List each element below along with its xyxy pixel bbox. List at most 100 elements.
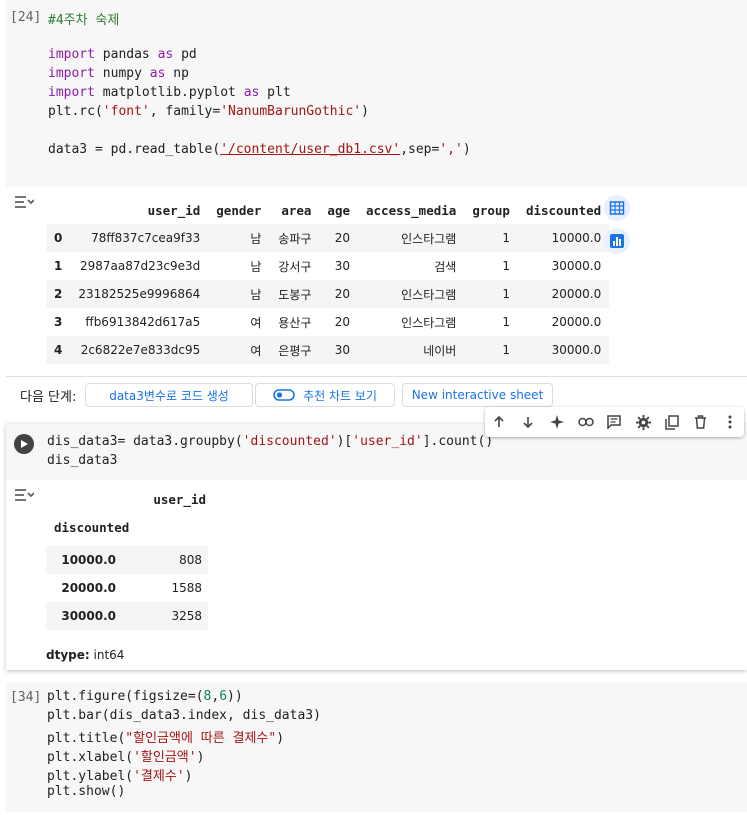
series-index: 20000.0 (61, 581, 116, 595)
execution-count: [34] (10, 690, 42, 705)
table-cell: 20 (334, 287, 350, 301)
code-editor[interactable]: dis_data3= data3.groupby('discounted')['… (47, 434, 737, 474)
table-cell: 강서구 (278, 259, 312, 274)
code-token: matplotlib.pyplot (94, 85, 244, 100)
series-index: 30000.0 (61, 609, 116, 623)
recommended-charts-label: 추천 차트 보기 (303, 388, 377, 403)
mirror-cell-icon[interactable] (662, 412, 682, 432)
bar-chart-icon (610, 234, 624, 248)
chart-suggestion-button[interactable] (604, 228, 630, 254)
table-cell: 송파구 (278, 231, 312, 246)
toggle-icon (273, 389, 295, 401)
comment-icon[interactable] (604, 412, 624, 432)
series-value: 3258 (171, 609, 202, 623)
generate-code-button[interactable]: data3변수로 코드 생성 (85, 383, 253, 407)
table-row: 0 78ff837c7cea9f33 남 송파구 20 인스타그램 1 10000.0 (46, 224, 610, 252)
code-editor[interactable]: #4주차 숙제 import pandas as pd import numpy a… (48, 9, 738, 179)
code-token: plt.title( (47, 731, 126, 746)
output-actions-icon[interactable] (14, 193, 35, 215)
code-token: pd (173, 47, 197, 62)
code-line: plt.bar(dis_data3.index, dis_data3) (47, 708, 321, 723)
delete-icon[interactable] (691, 412, 711, 432)
code-token: plt.show() (47, 784, 126, 799)
table-cell: 은평구 (278, 343, 312, 358)
row-index: 0 (54, 231, 63, 245)
code-token: numpy (94, 66, 150, 81)
table-cell: 20 (334, 315, 350, 329)
more-options-icon[interactable] (720, 412, 740, 432)
focused-code-cell[interactable]: dis_data3= data3.groupby('discounted')['… (6, 424, 747, 670)
code-token: '할인금액' (133, 750, 197, 765)
table-cell: 남 (250, 259, 262, 274)
code-token: #4주차 숙제 (48, 13, 120, 28)
code-line: import matplotlib.pyplot as plt (48, 85, 291, 100)
code-line: plt.show() (47, 784, 125, 799)
code-token: import (48, 85, 95, 100)
code-token: plt.figure(figsize=( (47, 689, 204, 704)
code-token: dis_data3= data3.groupby( (47, 434, 243, 449)
column-header[interactable]: gender (208, 196, 269, 224)
column-header[interactable]: age (319, 196, 358, 224)
table-cell: 30000.0 (551, 259, 602, 273)
code-token: ) (184, 769, 193, 784)
code-editor[interactable]: plt.figure(figsize=(8,6)) plt.bar(dis_dat… (47, 689, 737, 809)
table-row: 3 ffb6913842d617a5 여 용산구 20 인스타그램 1 20000.0 (46, 308, 610, 336)
new-interactive-sheet-button[interactable]: New interactive sheet (402, 383, 553, 407)
code-token: as (157, 47, 174, 62)
column-header[interactable]: user_id (70, 196, 208, 224)
code-token: as (243, 85, 260, 100)
code-token: np (165, 66, 189, 81)
code-token: ,sep= (400, 142, 440, 157)
table-cell: 78ff837c7cea9f33 (91, 231, 201, 245)
table-cell: 용산구 (278, 315, 312, 330)
table-view-button[interactable] (604, 195, 630, 221)
table-cell: 30 (334, 259, 350, 273)
recommended-charts-button[interactable]: 추천 차트 보기 (255, 383, 395, 407)
output-actions-icon[interactable] (14, 486, 35, 508)
table-cell: ffb6913842d617a5 (85, 315, 201, 329)
code-line: data3 = pd.read_table('/content/user_db1… (48, 142, 471, 157)
next-steps-label: 다음 단계: (20, 390, 77, 405)
code-token: data3 = pd.read_table( (48, 142, 221, 157)
column-header[interactable]: discounted (518, 196, 609, 224)
table-cell: 2987aa87d23c9e3d (79, 259, 201, 273)
code-token: dis_data3 (47, 453, 118, 468)
move-up-icon[interactable] (489, 412, 509, 432)
code-token: plt.rc( (48, 104, 103, 119)
table-cell: 네이버 (423, 343, 457, 358)
gear-icon[interactable] (633, 412, 653, 432)
sparkle-icon[interactable] (547, 412, 567, 432)
run-cell-button[interactable] (14, 434, 34, 454)
code-cell-24[interactable]: [24] #4주차 숙제 import pandas as pd import nu… (6, 0, 747, 187)
table-cell: 20000.0 (551, 287, 602, 301)
table-cell: 남 (250, 287, 262, 302)
move-down-icon[interactable] (518, 412, 538, 432)
series-row: 10000.0 808 (46, 546, 208, 574)
code-token: )) (227, 689, 243, 704)
code-token: pandas (94, 47, 158, 62)
code-token: 'user_id' (352, 434, 423, 449)
play-icon (21, 440, 28, 448)
column-header[interactable] (46, 196, 70, 224)
series-row: 20000.0 1588 (46, 574, 208, 602)
link-icon[interactable] (576, 412, 596, 432)
table-row: 1 2987aa87d23c9e3d 남 강서구 30 검색 1 30000.0 (46, 252, 610, 280)
column-header[interactable]: group (464, 196, 518, 224)
table-cell: 여 (250, 343, 262, 358)
table-cell: 20000.0 (551, 315, 602, 329)
table-cell: 인스타그램 (401, 231, 457, 246)
code-token: '/content/user_db1.csv' (220, 142, 401, 157)
code-cell-34[interactable]: [34] plt.figure(figsize=(8,6)) plt.bar(di… (6, 682, 747, 812)
execution-count: [24] (10, 10, 42, 25)
series-value: 808 (179, 553, 202, 567)
code-line: plt.rc('font', family='NanumBarunGothic'… (48, 104, 369, 119)
column-header[interactable]: access_media (358, 196, 464, 224)
code-line: import numpy as np (48, 66, 189, 81)
column-header[interactable]: area (269, 196, 319, 224)
new-interactive-sheet-label: New interactive sheet (411, 388, 544, 402)
dataframe-table: user_id gender area age access_media group dis… (46, 196, 610, 364)
code-token: 'font' (102, 104, 150, 119)
code-line: plt.ylabel('결제수') (47, 765, 192, 784)
code-line: plt.figure(figsize=(8,6)) (47, 689, 243, 704)
series-index-name: discounted (54, 520, 130, 535)
